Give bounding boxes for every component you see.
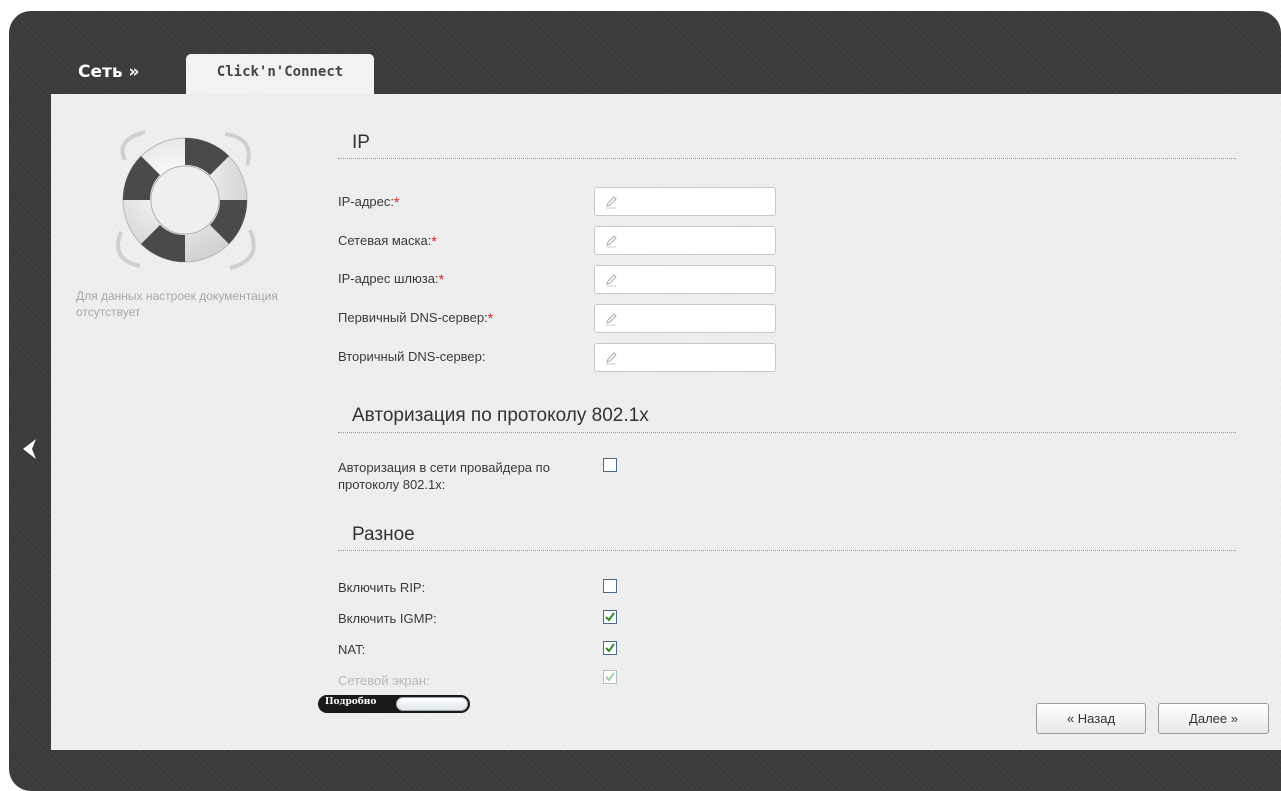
toggle-knob[interactable] — [396, 697, 468, 711]
rip-checkbox[interactable] — [603, 579, 617, 593]
gateway-input[interactable] — [625, 268, 774, 293]
netmask-label: Сетевая маска:* — [338, 233, 437, 249]
doc-note: Для данных настроек документация отсутст… — [76, 289, 278, 319]
secondary-dns-input[interactable] — [625, 346, 774, 371]
ip-address-input[interactable] — [625, 190, 774, 215]
back-button[interactable]: « Назад — [1036, 703, 1146, 734]
check-icon — [605, 643, 615, 653]
nat-checkbox[interactable] — [603, 641, 617, 655]
next-button[interactable]: Далее » — [1158, 703, 1269, 734]
breadcrumb[interactable]: Сеть » — [78, 62, 140, 82]
secondary-dns-field[interactable] — [594, 343, 776, 372]
gateway-field[interactable] — [594, 265, 776, 294]
details-toggle-label: Подробно — [325, 697, 377, 707]
igmp-label: Включить IGMP: — [338, 611, 437, 626]
primary-dns-field[interactable] — [594, 304, 776, 333]
tab-click-n-connect[interactable]: Click'n'Connect — [186, 54, 374, 94]
auth-8021x-label: Авторизация в сети провайдера по протоко… — [338, 460, 550, 492]
ip-address-field[interactable] — [594, 187, 776, 216]
ip-address-label: IP-адрес:* — [338, 194, 400, 210]
divider — [338, 550, 1236, 551]
secondary-dns-label: Вторичный DNS-сервер: — [338, 349, 486, 364]
section-title-ip: IP — [352, 132, 370, 153]
back-arrow-icon[interactable] — [20, 436, 40, 462]
lifebuoy-icon — [116, 130, 256, 270]
primary-dns-input[interactable] — [625, 307, 774, 332]
check-icon — [605, 672, 615, 682]
primary-dns-label: Первичный DNS-сервер:* — [338, 310, 494, 326]
igmp-checkbox[interactable] — [603, 610, 617, 624]
pencil-icon — [606, 235, 617, 248]
divider — [338, 432, 1236, 433]
pencil-icon — [606, 274, 617, 287]
check-icon — [605, 612, 615, 622]
pencil-icon — [606, 352, 617, 365]
nat-label: NAT: — [338, 642, 366, 657]
gateway-label: IP-адрес шлюза:* — [338, 271, 445, 287]
details-toggle[interactable]: Подробно — [318, 695, 470, 713]
rip-label: Включить RIP: — [338, 580, 426, 595]
firewall-label: Сетевой экран: — [338, 673, 430, 688]
section-title-misc: Разное — [352, 524, 415, 545]
auth-8021x-checkbox[interactable] — [603, 458, 617, 472]
section-title-auth: Авторизация по протоколу 802.1x — [352, 405, 649, 426]
netmask-field[interactable] — [594, 226, 776, 255]
divider — [338, 158, 1236, 159]
netmask-input[interactable] — [625, 229, 774, 254]
firewall-checkbox[interactable] — [603, 670, 617, 684]
pencil-icon — [606, 313, 617, 326]
pencil-icon — [606, 196, 617, 209]
